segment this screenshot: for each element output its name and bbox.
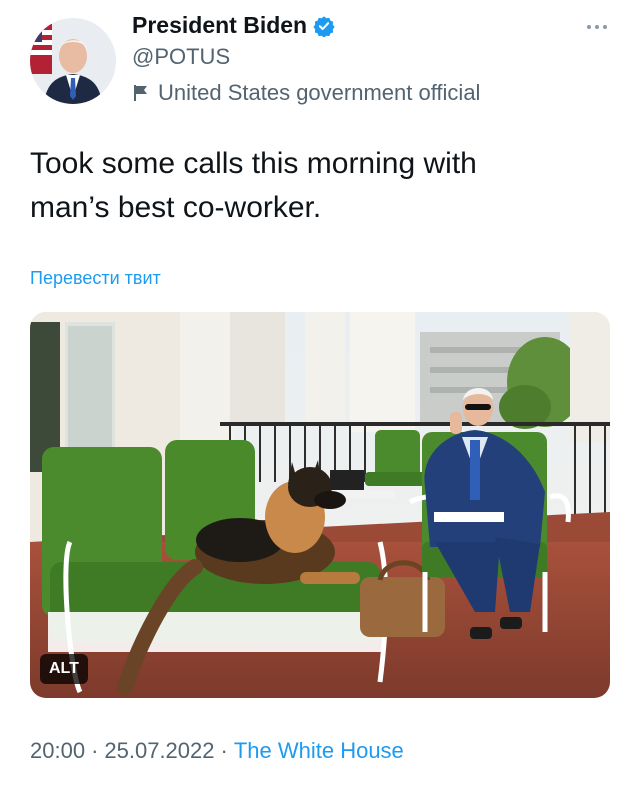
- tweet-source-link[interactable]: The White House: [234, 738, 404, 764]
- author-name[interactable]: President Biden: [132, 12, 307, 39]
- government-label-row[interactable]: United States government official: [132, 80, 480, 106]
- tweet-text: Took some calls this morning with man’s …: [30, 142, 610, 230]
- meta-separator: ·: [91, 738, 99, 763]
- tweet-photo[interactable]: ALT: [30, 312, 610, 698]
- government-label: United States government official: [158, 80, 481, 105]
- tweet-time[interactable]: 20:00: [30, 738, 85, 764]
- flag-icon: [134, 85, 147, 101]
- meta-separator: ·: [220, 738, 228, 763]
- translate-tweet-link[interactable]: Перевести твит: [30, 268, 161, 289]
- tweet-text-line: Took some calls this morning with: [30, 147, 477, 180]
- more-options-icon[interactable]: [580, 16, 614, 38]
- alt-text-button[interactable]: ALT: [40, 654, 88, 684]
- author-handle[interactable]: @POTUS: [132, 44, 230, 70]
- author-name-row[interactable]: President Biden: [132, 12, 335, 39]
- tweet-date[interactable]: 25.07.2022: [104, 738, 214, 764]
- verified-badge-icon: [313, 15, 335, 37]
- tweet-meta: 20:00 · 25.07.2022 · The White House: [30, 738, 404, 764]
- avatar[interactable]: [30, 18, 116, 104]
- tweet-text-line: man’s best co-worker.: [30, 191, 322, 224]
- avatar-portrait: [30, 18, 116, 104]
- photo-illustration: [30, 312, 610, 698]
